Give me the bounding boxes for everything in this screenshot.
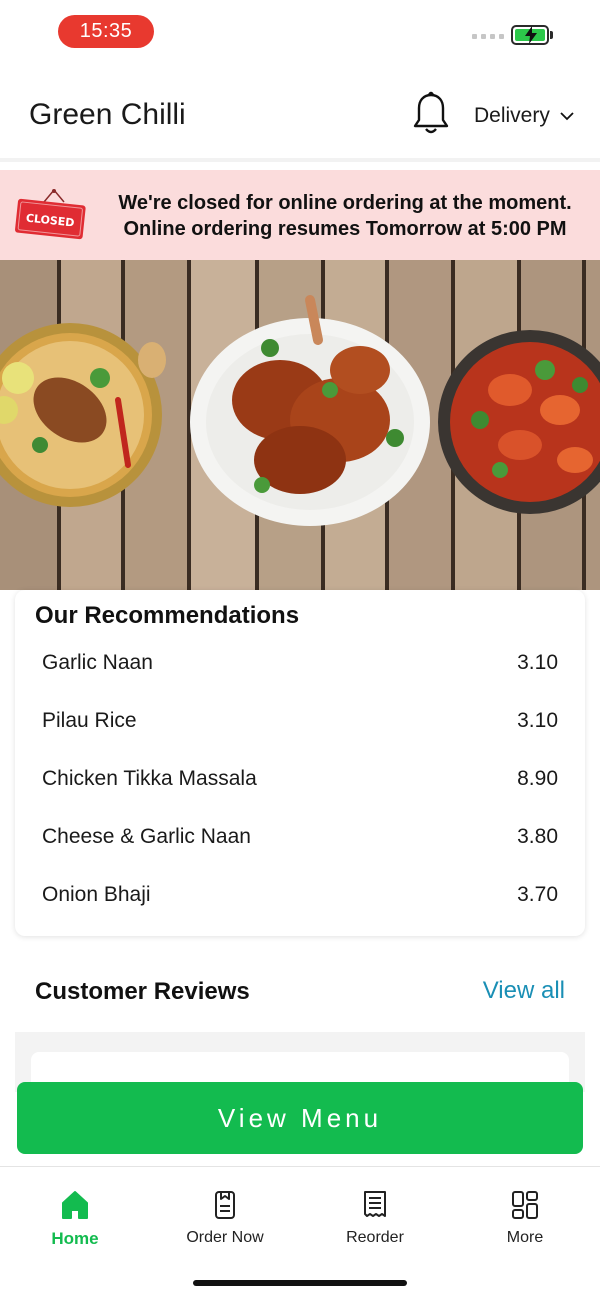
item-price: 3.70 xyxy=(517,883,558,906)
nav-label-home: Home xyxy=(51,1229,99,1248)
item-name: Onion Bhaji xyxy=(42,883,151,906)
nav-label-more: More xyxy=(506,1229,544,1246)
nav-label-order-now: Order Now xyxy=(186,1229,264,1246)
restaurant-name: Green Chilli xyxy=(29,98,186,131)
item-name: Pilau Rice xyxy=(42,709,137,732)
hero-illustration xyxy=(0,260,600,590)
nav-item-reorder[interactable]: Reorder xyxy=(300,1189,450,1259)
chevron-down-icon xyxy=(560,112,574,121)
home-indicator[interactable] xyxy=(193,1280,407,1286)
battery-charging-icon xyxy=(511,25,549,45)
recommendation-item[interactable]: Chicken Tikka Massala 8.90 xyxy=(15,753,585,811)
closed-message-line1: We're closed for online ordering at the … xyxy=(118,192,572,214)
closed-message: We're closed for online ordering at the … xyxy=(100,190,590,242)
recommendation-item[interactable]: Garlic Naan 3.10 xyxy=(15,637,585,695)
item-price: 8.90 xyxy=(517,767,558,790)
order-icon xyxy=(215,1191,235,1219)
signal-icon xyxy=(472,34,504,39)
recommendation-item[interactable]: Cheese & Garlic Naan 3.80 xyxy=(15,811,585,869)
delivery-mode-label: Delivery xyxy=(474,104,550,127)
battery-tip xyxy=(550,31,553,39)
closed-message-line2: Online ordering resumes Tomorrow at 5:00… xyxy=(123,218,567,240)
nav-label-reorder: Reorder xyxy=(346,1229,404,1246)
reviews-header: Customer Reviews View all xyxy=(15,952,585,1032)
bottom-navigation: Home Order Now Reorder More xyxy=(0,1166,600,1298)
closed-banner: CLOSED We're closed for online ordering … xyxy=(0,170,600,260)
item-name: Chicken Tikka Massala xyxy=(42,767,257,790)
view-menu-button[interactable]: View Menu xyxy=(17,1082,583,1154)
item-price: 3.80 xyxy=(517,825,558,848)
item-name: Cheese & Garlic Naan xyxy=(42,825,251,848)
recommendations-card: Our Recommendations Garlic Naan 3.10 Pil… xyxy=(15,590,585,936)
reviews-title: Customer Reviews xyxy=(35,978,250,1005)
recommendation-item[interactable]: Pilau Rice 3.10 xyxy=(15,695,585,753)
item-price: 3.10 xyxy=(517,709,558,732)
status-time: 15:35 xyxy=(58,15,154,48)
receipt-icon xyxy=(364,1191,386,1217)
nav-item-order-now[interactable]: Order Now xyxy=(150,1189,300,1259)
customer-reviews-section: Customer Reviews View all xyxy=(15,952,585,1092)
recommendations-title: Our Recommendations xyxy=(35,602,300,629)
view-all-reviews-link[interactable]: View all xyxy=(483,977,565,1005)
hero-food-image xyxy=(0,260,600,590)
app-header: Green Chilli Delivery xyxy=(0,66,600,162)
item-price: 3.10 xyxy=(517,651,558,674)
recommendation-item[interactable]: Onion Bhaji 3.70 xyxy=(15,869,585,927)
nav-item-home[interactable]: Home xyxy=(0,1189,150,1259)
closed-sign-icon: CLOSED xyxy=(15,188,86,240)
nav-item-more[interactable]: More xyxy=(450,1189,600,1259)
item-name: Garlic Naan xyxy=(42,651,153,674)
delivery-mode-selector[interactable]: Delivery xyxy=(474,104,574,128)
grid-icon xyxy=(512,1191,538,1219)
bell-icon[interactable] xyxy=(410,90,452,138)
home-icon xyxy=(62,1191,88,1219)
status-bar: 15:35 xyxy=(0,0,600,66)
